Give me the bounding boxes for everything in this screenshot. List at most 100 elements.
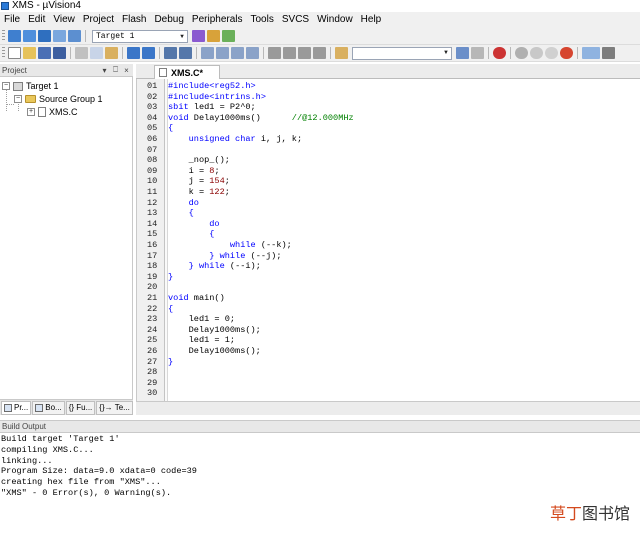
code-token: { [168, 123, 174, 134]
breakpoint-enable-icon[interactable] [530, 47, 543, 59]
code-line: sbit led1 = P2^0; [168, 102, 256, 113]
paste-icon[interactable] [105, 47, 118, 59]
cut-icon[interactable] [75, 47, 88, 59]
target-select[interactable]: Target 1 ▼ [92, 29, 188, 43]
menu-flash[interactable]: Flash [118, 12, 150, 28]
batch-build-icon[interactable] [53, 30, 66, 42]
menu-peripherals[interactable]: Peripherals [188, 12, 247, 28]
menu-svcs[interactable]: SVCS [278, 12, 313, 28]
line-number: 16 [147, 240, 158, 250]
menu-window[interactable]: Window [313, 12, 357, 28]
line-number: 25 [147, 335, 158, 346]
manage-project-items-icon[interactable] [222, 30, 235, 42]
configure-icon[interactable] [602, 47, 615, 59]
code-token: ; [224, 176, 230, 187]
translate-icon[interactable] [8, 30, 21, 42]
code-token: led1 = P2^0; [188, 102, 256, 113]
toolbar-grip[interactable] [2, 30, 5, 42]
pane-menu-icon[interactable]: ▾ [100, 66, 109, 75]
breakpoint-insert-icon[interactable] [515, 47, 528, 59]
comment-icon[interactable] [298, 47, 311, 59]
breakpoint-kill-all-icon[interactable] [560, 47, 573, 59]
code-token: { [209, 229, 215, 240]
window-layout-icon[interactable] [582, 47, 600, 59]
find-in-files-icon[interactable] [335, 47, 348, 59]
build-icon[interactable] [23, 30, 36, 42]
line-number: 02 [147, 91, 158, 102]
collapse-icon[interactable]: − [2, 82, 10, 90]
download-icon[interactable] [68, 30, 81, 42]
redo-icon[interactable] [142, 47, 155, 59]
collapse-icon[interactable]: − [14, 95, 22, 103]
menu-tools[interactable]: Tools [247, 12, 278, 28]
undo-icon[interactable] [127, 47, 140, 59]
tree-item-source-group[interactable]: − Source Group 1 [14, 93, 103, 105]
code-token: #include<intrins.h> [168, 91, 266, 102]
find-icon[interactable] [456, 47, 469, 59]
folder-icon [25, 95, 36, 103]
tab-project[interactable]: Pr... [1, 400, 32, 415]
save-icon[interactable] [38, 47, 51, 59]
save-all-icon[interactable] [53, 47, 66, 59]
tab-templates[interactable]: {}→ Te... [96, 400, 133, 415]
code-token: ; [214, 165, 220, 176]
indent-icon[interactable] [268, 47, 281, 59]
code-token: ; [224, 187, 230, 197]
code-line: } [168, 357, 173, 368]
rebuild-icon[interactable] [38, 30, 51, 42]
line-number: 21 [147, 293, 158, 303]
toolbar-grip[interactable] [2, 47, 5, 59]
tree-item-target[interactable]: − Target 1 [2, 80, 59, 92]
code-editor[interactable]: 01 #include<reg52.h> 02 #include<intrins.h>… [136, 79, 640, 401]
tree-item-file[interactable]: + XMS.C [27, 106, 78, 118]
code-line: do [168, 219, 219, 230]
line-number: 29 [147, 377, 158, 388]
tree-item-label: XMS.C [49, 107, 78, 117]
breakpoint-disable-all-icon[interactable] [545, 47, 558, 59]
code-line: { [168, 208, 194, 219]
bookmark-next-icon[interactable] [231, 47, 244, 59]
code-token: i = [168, 165, 210, 176]
code-token: void [168, 293, 189, 303]
bookmark-prev-icon[interactable] [216, 47, 229, 59]
tree-item-label: Source Group 1 [39, 94, 103, 104]
pane-pin-icon[interactable]: ⎕ [111, 65, 120, 75]
line-number: 06 [147, 134, 158, 144]
open-folder-icon[interactable] [23, 47, 36, 59]
code-line: i = 8; [168, 166, 220, 177]
tab-xms-c[interactable]: XMS.C* [154, 65, 220, 79]
manage-components-icon[interactable] [207, 30, 220, 42]
code-token: do [188, 197, 199, 208]
code-token: (--j); [245, 250, 282, 261]
new-file-icon[interactable] [8, 47, 21, 59]
bookmark-clear-icon[interactable] [246, 47, 259, 59]
code-token: i, j, k; [255, 134, 303, 144]
menu-project[interactable]: Project [79, 12, 118, 28]
uncomment-icon[interactable] [313, 47, 326, 59]
navigate-back-icon[interactable] [164, 47, 177, 59]
build-output-panel[interactable]: Build target 'Target 1' compiling XMS.C..… [0, 433, 640, 546]
start-debug-icon[interactable] [493, 47, 506, 59]
incremental-find-icon[interactable] [471, 47, 484, 59]
navigate-forward-icon[interactable] [179, 47, 192, 59]
expand-icon[interactable]: + [27, 108, 35, 116]
tab-books[interactable]: Bo... [32, 400, 65, 415]
toolbar-separator [85, 30, 86, 42]
menu-file[interactable]: File [0, 12, 24, 28]
menu-debug[interactable]: Debug [150, 12, 187, 28]
line-number: 09 [147, 165, 158, 176]
target-options-icon[interactable] [192, 30, 205, 42]
tab-functions[interactable]: {} Fu... [65, 400, 96, 415]
build-output-line: linking... [1, 455, 53, 466]
find-select[interactable]: ▼ [352, 46, 452, 60]
bookmark-toggle-icon[interactable] [201, 47, 214, 59]
menu-help[interactable]: Help [357, 12, 386, 28]
project-pane-title: Project [2, 65, 27, 75]
unindent-icon[interactable] [283, 47, 296, 59]
menu-view[interactable]: View [49, 12, 79, 28]
close-icon[interactable]: × [122, 66, 131, 75]
menu-edit[interactable]: Edit [24, 12, 49, 28]
code-line: k = 122; [168, 187, 230, 198]
line-number: 07 [147, 144, 158, 155]
copy-icon[interactable] [90, 47, 103, 59]
